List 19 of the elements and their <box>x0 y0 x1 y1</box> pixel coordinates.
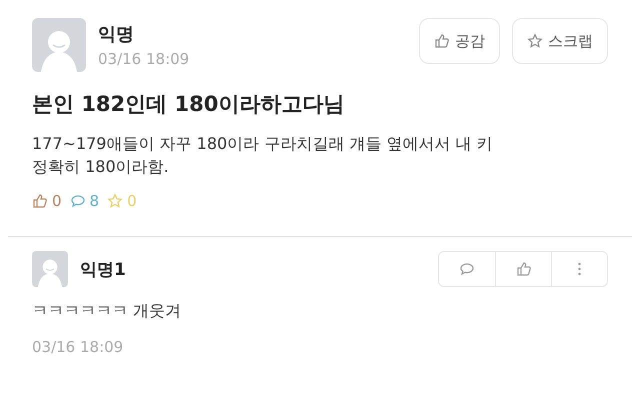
scrap-button[interactable]: 스크랩 <box>512 18 608 64</box>
post-body: 177~179애들이 자꾸 180이라 구라치길래 걔들 옆에서서 내 키 정확히 180이라함. <box>32 133 494 178</box>
post-time: 03/16 18:09 <box>98 50 190 68</box>
comment-time: 03/16 18:09 <box>32 338 124 356</box>
thumbs-up-icon <box>516 261 532 277</box>
like-button[interactable]: 공감 <box>419 18 500 64</box>
stat-count: 8 <box>90 192 100 210</box>
stat-count: 0 <box>127 192 137 210</box>
stat-count: 0 <box>52 192 62 210</box>
thumbs-up-icon <box>434 33 450 49</box>
avatar-icon <box>32 18 86 72</box>
speech-bubble-icon <box>459 261 475 277</box>
comment-text: ㅋㅋㅋㅋㅋㅋ 개웃겨 <box>32 301 182 322</box>
post-title: 본인 182인데 180이라하고다님 <box>32 91 346 118</box>
author-name: 익명 <box>98 23 135 46</box>
star-icon <box>527 33 543 49</box>
commenter-name: 익명1 <box>80 258 126 280</box>
avatar-icon <box>32 251 68 287</box>
more-icon <box>578 261 581 277</box>
